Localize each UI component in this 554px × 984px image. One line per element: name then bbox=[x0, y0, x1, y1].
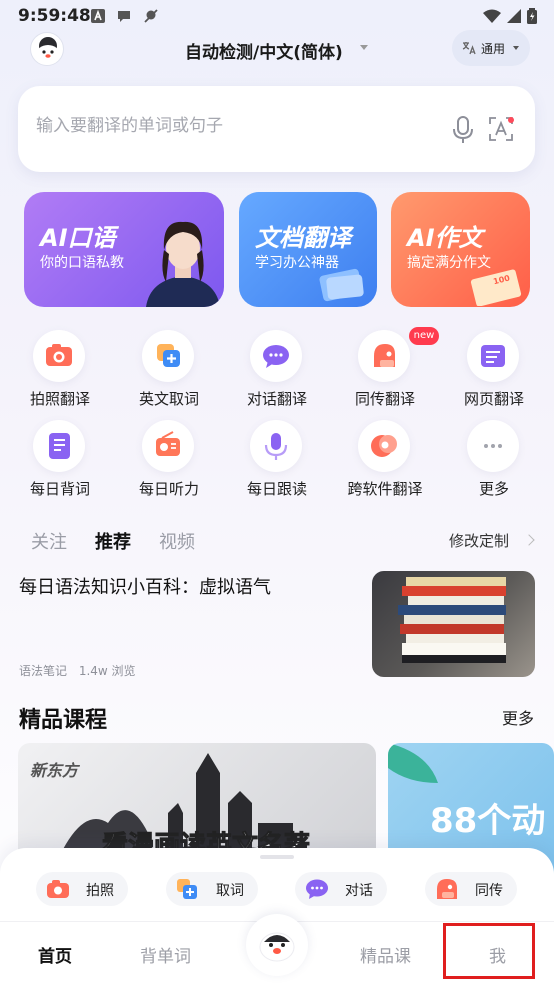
camera-icon bbox=[33, 330, 85, 382]
more-icon bbox=[467, 420, 519, 472]
quick-photo-button[interactable]: 拍照 bbox=[36, 872, 128, 906]
grid-item-label: 跨软件翻译 bbox=[347, 480, 423, 498]
webpage-icon bbox=[467, 330, 519, 382]
courses-more-link[interactable]: 更多 bbox=[502, 705, 534, 729]
grid-item-webpage-translate[interactable]: 网页翻译 bbox=[440, 330, 548, 410]
ai-speaking-card[interactable]: AI口语 你的口语私教 bbox=[24, 192, 224, 307]
article-source: 语法笔记 bbox=[19, 664, 68, 678]
word-list-icon bbox=[33, 420, 85, 472]
chevron-down-icon bbox=[513, 46, 519, 50]
article-meta: 语法笔记 1.4w 浏览 bbox=[19, 662, 136, 679]
search-input[interactable] bbox=[36, 116, 416, 136]
quick-action-label: 对话 bbox=[345, 883, 373, 899]
location-off-icon bbox=[144, 9, 158, 23]
mic-icon bbox=[250, 420, 302, 472]
status-time: 9:59:48 bbox=[18, 6, 91, 26]
tutor-portrait-icon bbox=[146, 221, 220, 307]
quick-action-label: 同传 bbox=[475, 883, 503, 899]
tab-following[interactable]: 关注 bbox=[31, 528, 67, 554]
courses-title: 精品课程 bbox=[19, 708, 108, 733]
mascot-icon bbox=[259, 932, 295, 962]
essay-paper-icon: 100 bbox=[470, 269, 522, 306]
nav-home[interactable]: 首页 bbox=[38, 942, 72, 967]
book-stack-icon bbox=[398, 577, 506, 663]
nav-courses[interactable]: 精品课 bbox=[360, 942, 411, 967]
tab-recommended[interactable]: 推荐 bbox=[95, 528, 131, 554]
search-box[interactable] bbox=[18, 86, 535, 172]
cross-app-icon bbox=[358, 420, 410, 472]
text-scan-icon[interactable] bbox=[488, 116, 514, 142]
grid-item-label: 更多 bbox=[478, 480, 509, 498]
grid-item-label: 英文取词 bbox=[138, 390, 199, 408]
quick-action-label: 拍照 bbox=[86, 883, 114, 899]
customize-link[interactable]: 修改定制 bbox=[449, 530, 509, 551]
course-card-title: 88个动 bbox=[430, 801, 546, 841]
grid-item-label: 网页翻译 bbox=[463, 390, 524, 408]
quick-dialogue-button[interactable]: 对话 bbox=[295, 872, 387, 906]
grid-item-photo-translate[interactable]: 拍照翻译 bbox=[6, 330, 114, 410]
interpret-icon bbox=[437, 879, 457, 899]
grid-item-cross-app-translate[interactable]: 跨软件翻译 bbox=[331, 420, 439, 500]
add-word-icon bbox=[177, 879, 197, 899]
card-title: AI作文 bbox=[407, 224, 483, 252]
quick-word-pick-button[interactable]: 取词 bbox=[166, 872, 258, 906]
ai-essay-card[interactable]: AI作文 搞定满分作文 100 bbox=[391, 192, 530, 307]
avatar[interactable] bbox=[30, 32, 64, 66]
nav-vocabulary[interactable]: 背单词 bbox=[140, 942, 191, 967]
radio-icon bbox=[142, 420, 194, 472]
interpret-icon bbox=[358, 330, 410, 382]
highlight-box bbox=[443, 923, 535, 979]
translation-mode-button[interactable]: 通用 bbox=[452, 30, 530, 66]
grid-item-daily-listening[interactable]: 每日听力 bbox=[115, 420, 223, 500]
document-translation-card[interactable]: 文档翻译 学习办公神器 bbox=[239, 192, 377, 307]
grid-item-label: 拍照翻译 bbox=[29, 390, 90, 408]
new-badge: new bbox=[409, 327, 439, 345]
add-word-icon bbox=[142, 330, 194, 382]
sheet-drag-handle[interactable] bbox=[260, 855, 294, 859]
grid-item-daily-words[interactable]: 每日背词 bbox=[6, 420, 114, 500]
battery-icon bbox=[527, 8, 537, 24]
grid-item-label: 每日跟读 bbox=[246, 480, 307, 498]
article-views: 1.4w 浏览 bbox=[78, 664, 136, 678]
nav-mascot-button[interactable] bbox=[246, 914, 308, 976]
translation-mode-label: 通用 bbox=[481, 42, 506, 56]
grid-item-label: 每日听力 bbox=[138, 480, 199, 498]
microphone-icon[interactable] bbox=[452, 116, 474, 144]
document-stack-icon bbox=[319, 268, 364, 302]
quick-interpret-button[interactable]: 同传 bbox=[425, 872, 517, 906]
tab-video[interactable]: 视频 bbox=[159, 528, 195, 554]
card-title: 文档翻译 bbox=[255, 224, 351, 252]
grid-item-more[interactable]: 更多 bbox=[440, 420, 548, 500]
app-a-icon bbox=[91, 9, 105, 23]
message-icon bbox=[118, 11, 130, 22]
wifi-icon bbox=[483, 9, 501, 23]
grid-item-daily-shadowing[interactable]: 每日跟读 bbox=[223, 420, 331, 500]
camera-icon bbox=[47, 880, 69, 898]
chat-icon bbox=[250, 330, 302, 382]
article-title[interactable]: 每日语法知识小百科：虚拟语气 bbox=[19, 573, 271, 599]
language-selector[interactable]: 自动检测/中文(简体) bbox=[185, 38, 343, 63]
mascot-icon bbox=[36, 37, 60, 65]
chat-icon bbox=[306, 879, 328, 899]
article-thumbnail[interactable] bbox=[372, 571, 535, 677]
chevron-right-icon[interactable] bbox=[523, 534, 535, 546]
grid-item-dialogue-translate[interactable]: 对话翻译 bbox=[223, 330, 331, 410]
status-bar: 9:59:48 bbox=[0, 0, 554, 32]
card-title: AI口语 bbox=[40, 224, 116, 252]
grid-item-label: 同传翻译 bbox=[354, 390, 415, 408]
language-caret-icon[interactable] bbox=[360, 45, 368, 50]
grid-item-label: 每日背词 bbox=[29, 480, 90, 498]
course-brand-logo: 新东方 bbox=[30, 761, 79, 780]
quick-action-label: 取词 bbox=[216, 883, 244, 899]
signal-icon bbox=[507, 9, 521, 23]
grid-item-word-pick[interactable]: 英文取词 bbox=[115, 330, 223, 410]
card-subtitle: 你的口语私教 bbox=[40, 255, 124, 271]
translate-icon bbox=[462, 42, 476, 55]
grid-item-label: 对话翻译 bbox=[246, 390, 307, 408]
